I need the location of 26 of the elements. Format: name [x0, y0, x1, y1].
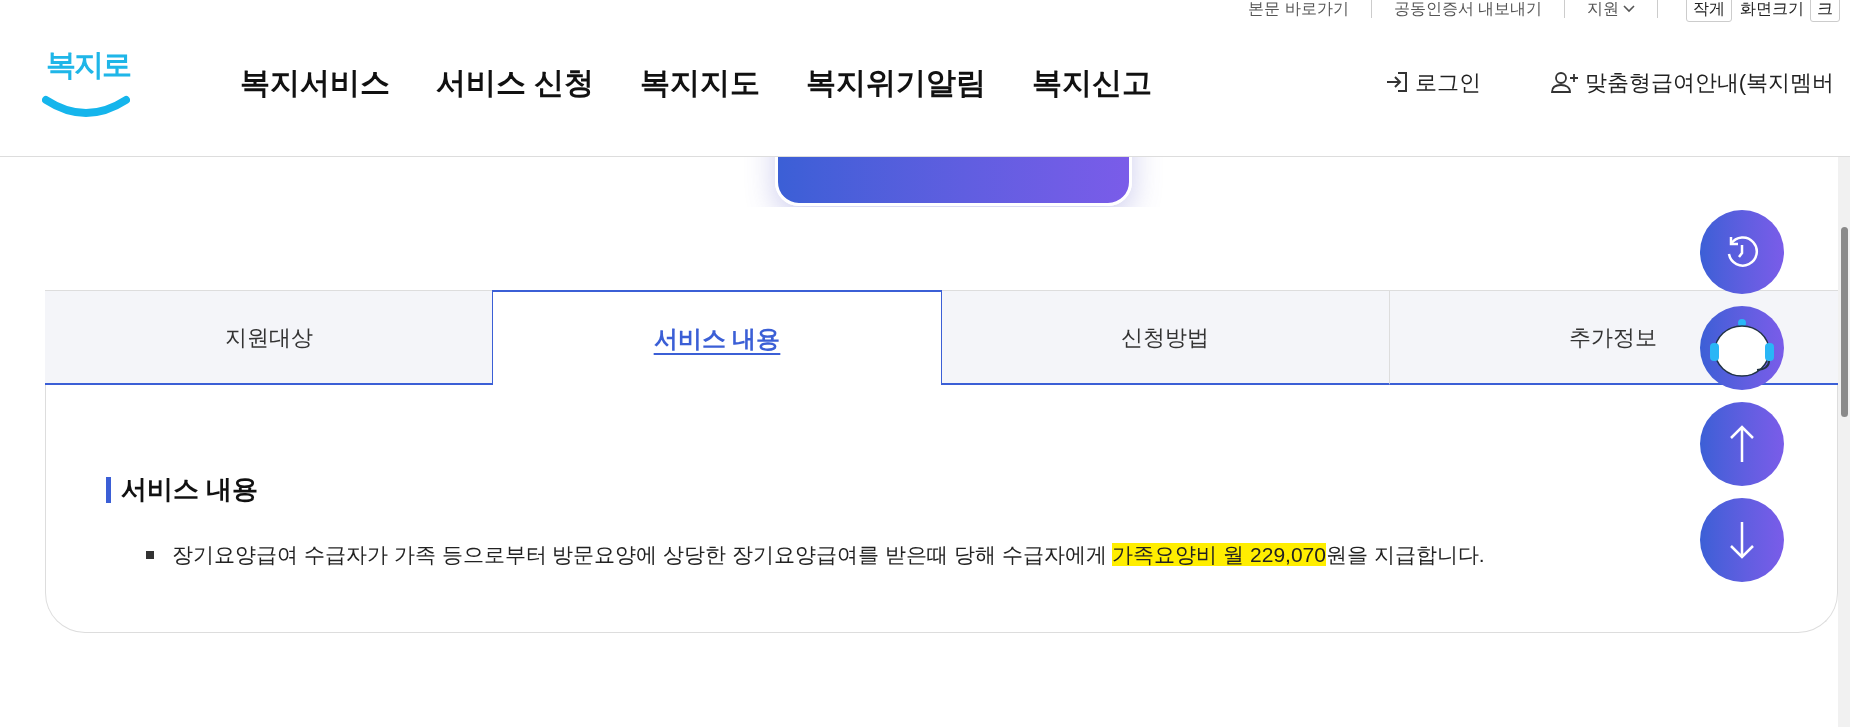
add-user-icon [1550, 71, 1579, 93]
nav-item[interactable]: 복지서비스 [240, 59, 390, 105]
title-accent-bar [106, 476, 111, 503]
tab[interactable]: 신청방법 [941, 290, 1389, 385]
bullet-icon [146, 550, 154, 559]
arrow-down-icon [1727, 520, 1757, 560]
tab[interactable]: 서비스 내용 [492, 290, 942, 385]
bullet-text: 장기요양급여 수급자가 가족 등으로부터 방문요양에 상당한 장기요양급여를 받은때 당해 수급자에게 가족요양비 월 229,070원을 지급합니다. [172, 542, 1485, 568]
nav-item[interactable]: 복지지도 [640, 59, 761, 105]
section-title: 서비스 내용 [121, 473, 259, 506]
utility-link[interactable]: 본문 바로가기 [1248, 0, 1349, 21]
tab[interactable]: 추가정보 [1389, 290, 1698, 385]
scrollbar[interactable] [1838, 157, 1850, 727]
support-dropdown[interactable]: 지원 [1587, 0, 1635, 21]
nav-item[interactable]: 복지신고 [1032, 59, 1153, 105]
font-size-label: 화면크기 [1740, 0, 1804, 19]
chevron-down-icon [1623, 5, 1635, 13]
font-size-button[interactable]: 작게 [1686, 0, 1732, 22]
utility-link[interactable]: 공동인증서 내보내기 [1393, 0, 1542, 21]
tab[interactable]: 지원대상 [45, 290, 493, 385]
nav-item[interactable]: 복지위기알림 [806, 59, 987, 105]
login-link[interactable]: 로그인 [1384, 65, 1481, 99]
login-icon [1384, 71, 1409, 93]
font-size-button[interactable]: 크 [1810, 0, 1840, 22]
membership-link[interactable]: 맞춤형급여안내(복지멤버 [1550, 65, 1834, 99]
nav-item[interactable]: 서비스 신청 [436, 59, 595, 105]
